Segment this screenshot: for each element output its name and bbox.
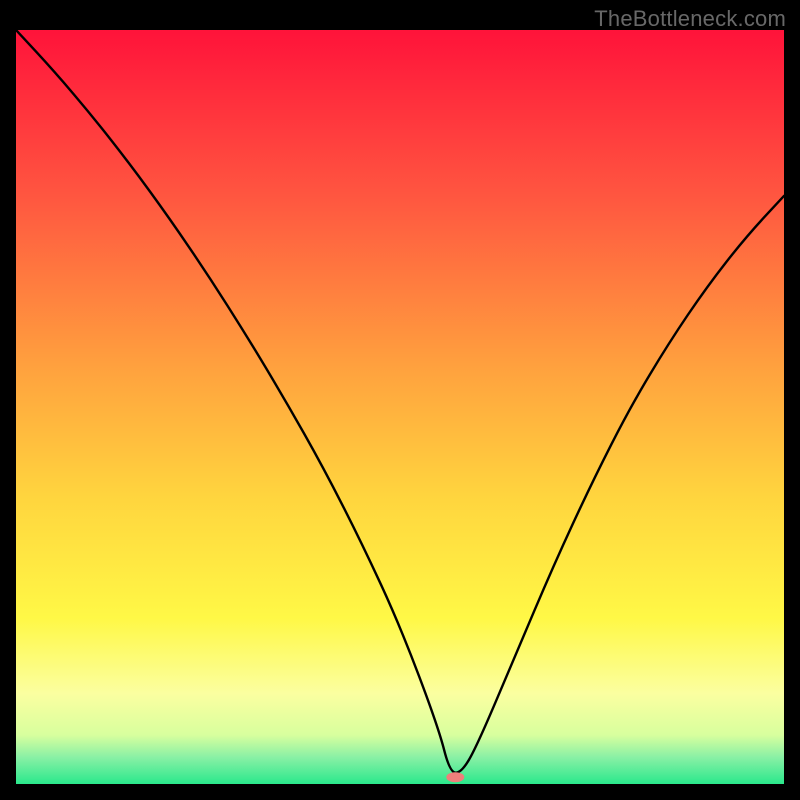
- plot-background: [16, 30, 784, 784]
- watermark-text: TheBottleneck.com: [594, 6, 786, 32]
- bottleneck-chart: [16, 30, 784, 784]
- chart-container: TheBottleneck.com: [0, 0, 800, 800]
- sweet-spot-marker: [446, 772, 464, 782]
